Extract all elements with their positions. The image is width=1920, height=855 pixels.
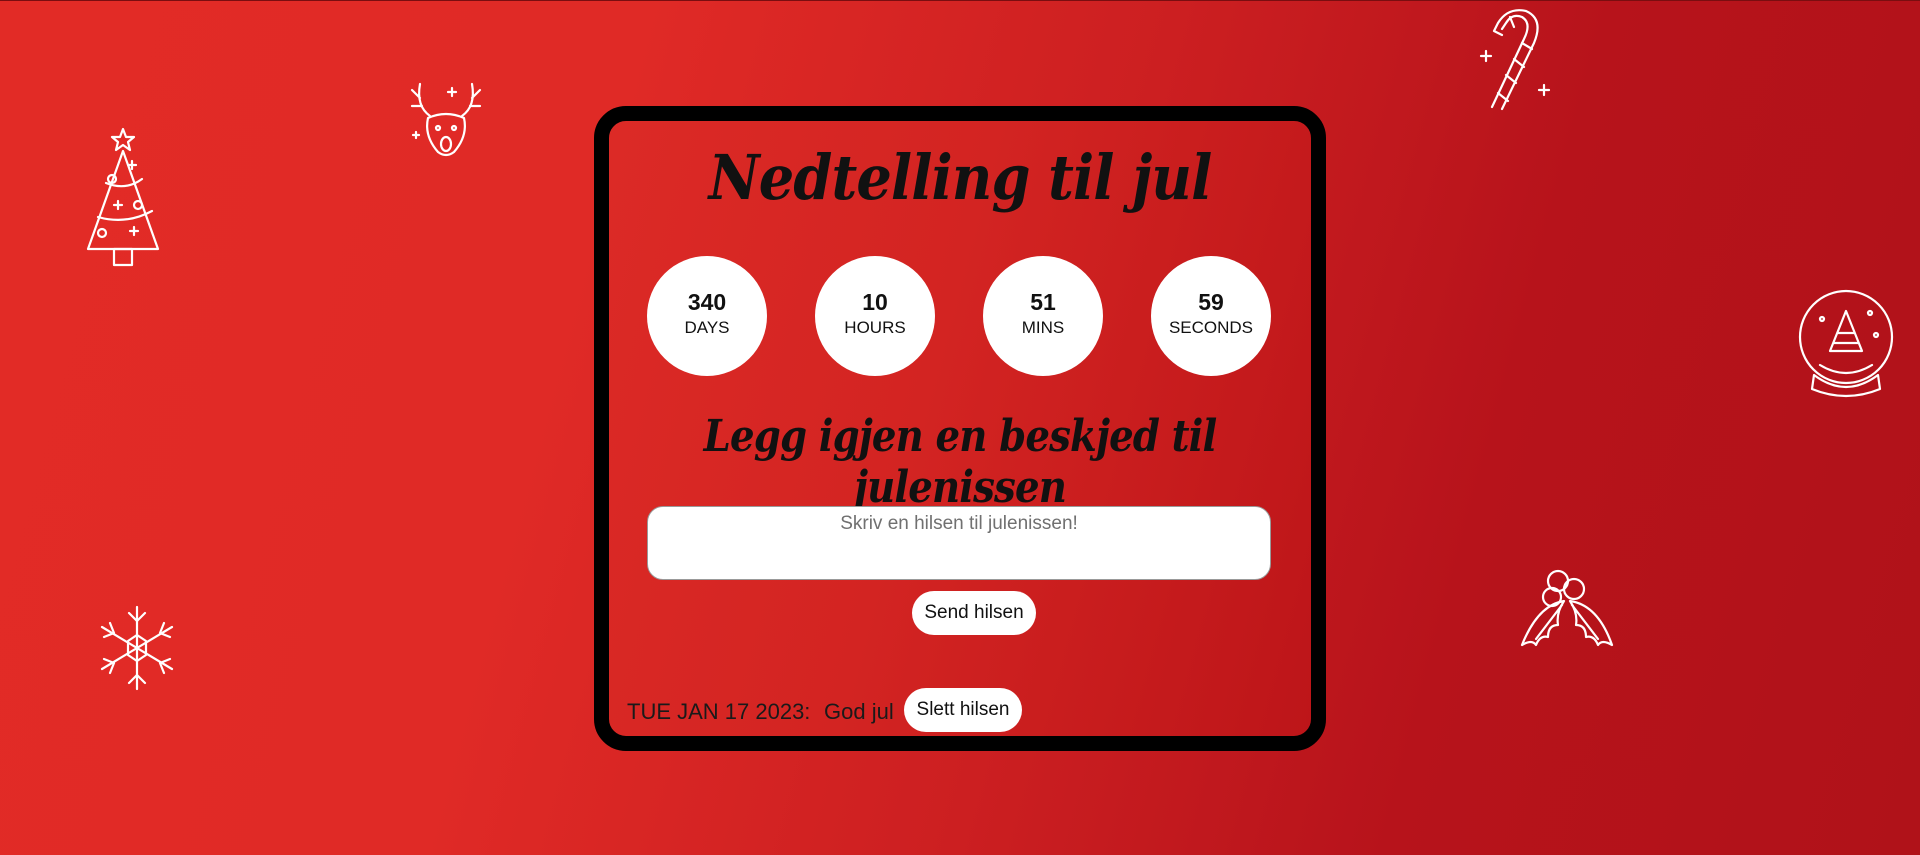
greeting-text: God jul: [824, 699, 894, 724]
delete-greeting-button[interactable]: Slett hilsen: [904, 688, 1022, 732]
snow-globe-icon: [1796, 289, 1896, 401]
mins-value: 51: [1030, 289, 1056, 315]
snowflake-icon: [94, 603, 180, 693]
countdown-days: 340 DAYS: [647, 256, 767, 376]
seconds-label: SECONDS: [1168, 318, 1254, 337]
countdown-mins: 51 MINS: [983, 256, 1103, 376]
hours-value: 10: [862, 289, 888, 315]
greeting-input[interactable]: [647, 506, 1271, 580]
christmas-tree-icon: [80, 121, 166, 271]
days-value: 340: [687, 289, 727, 315]
countdown-hours: 10 HOURS: [815, 256, 935, 376]
countdown-seconds: 59 SECONDS: [1151, 256, 1271, 376]
page-title: Nedtelling til jul: [708, 141, 1213, 214]
countdown-card: Nedtelling til jul 340 DAYS 10 HOURS 51 …: [594, 106, 1326, 751]
reindeer-icon: [408, 76, 484, 160]
hours-label: HOURS: [844, 318, 906, 337]
send-greeting-button[interactable]: Send hilsen: [912, 591, 1036, 635]
seconds-value: 59: [1198, 289, 1224, 315]
greeting-date: TUE JAN 17 2023:: [627, 699, 811, 724]
candy-cane-icon: [1478, 9, 1558, 113]
message-heading: Legg igjen en beskjed til julenissen: [703, 411, 1218, 513]
mins-label: MINS: [1021, 318, 1065, 337]
holly-icon: [1518, 563, 1616, 649]
days-label: DAYS: [684, 318, 730, 337]
